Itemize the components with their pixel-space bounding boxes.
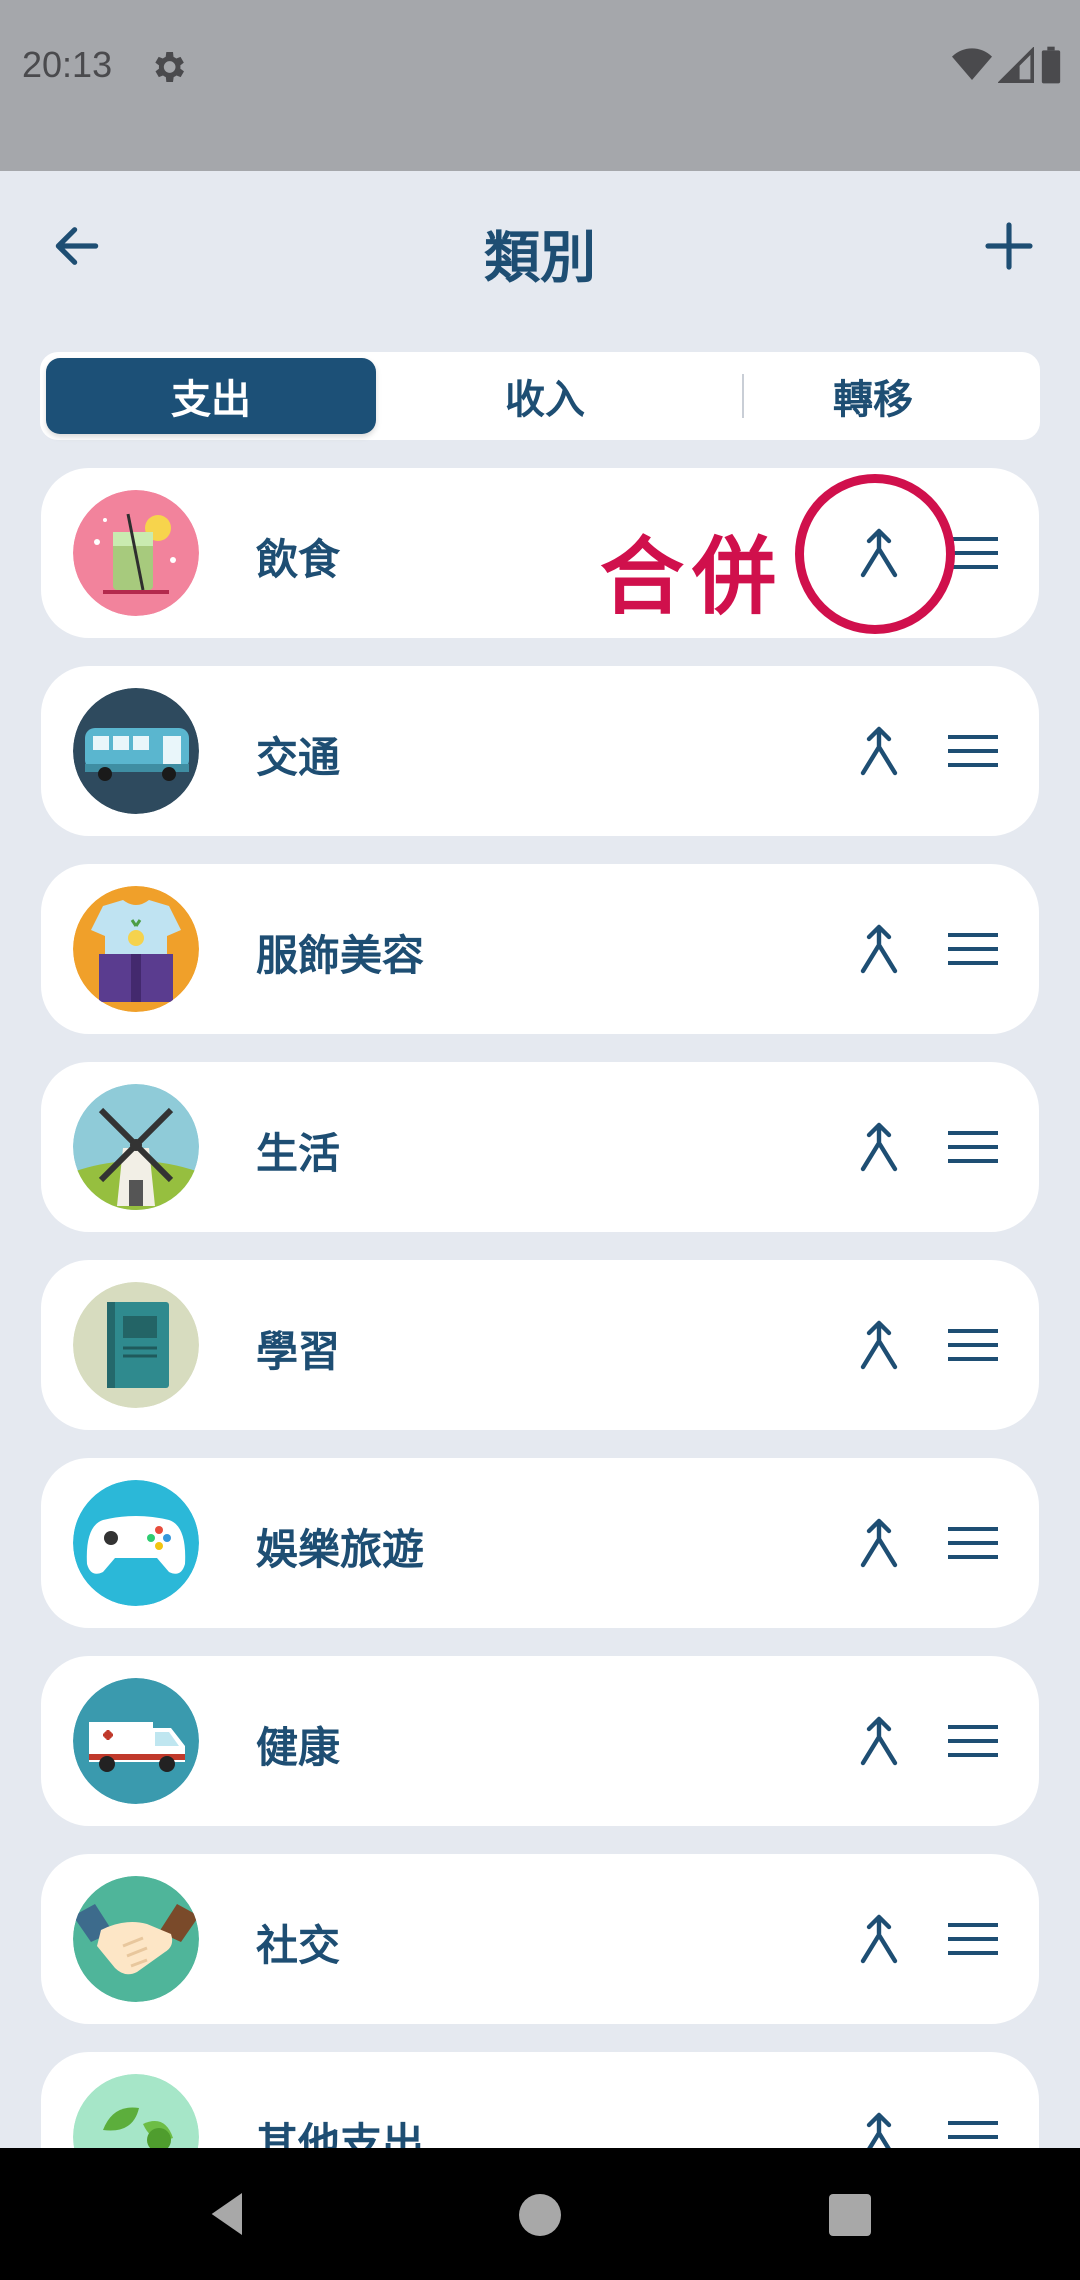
tab-income[interactable]: 收入 [380,358,710,434]
merge-icon [860,1122,898,1172]
settings-gear-icon [148,47,188,87]
category-row[interactable]: 社交 [41,1854,1039,2024]
drag-handle[interactable] [943,1117,1003,1177]
merge-icon [860,924,898,974]
triangle-back-icon [211,2193,242,2235]
merge-button[interactable] [849,2107,909,2148]
clothing-icon [73,886,199,1012]
drag-handle[interactable] [943,1711,1003,1771]
merge-icon [860,726,898,776]
drag-handle[interactable] [943,1909,1003,1969]
status-bar: 20:13 [0,0,1080,171]
category-label: 服飾美容 [256,931,425,980]
drag-handle-icon [948,1329,998,1361]
category-label: 健康 [256,1723,341,1772]
drag-handle-icon [948,537,998,569]
drink-icon [73,490,199,616]
category-row[interactable]: 生活 [41,1062,1039,1232]
status-indicators [952,46,1062,88]
category-label: 交通 [256,733,341,782]
merge-icon [860,1518,898,1568]
merge-button[interactable] [849,1315,909,1375]
leaf-icon [73,2074,199,2148]
nav-home-button[interactable] [519,2194,561,2236]
category-row[interactable]: 服飾美容 [41,864,1039,1034]
merge-icon [866,2112,892,2148]
add-category-button[interactable] [974,211,1044,281]
page-title: 類別 [484,226,596,291]
merge-button[interactable] [849,919,909,979]
category-label: 其他支出 [256,2119,425,2148]
plus-icon [985,222,1033,270]
drag-handle-icon [948,2121,998,2139]
bus-icon [73,688,199,814]
merge-annotation-label: 合併 [600,528,785,626]
drag-handle-icon [948,1923,998,1955]
drag-handle-icon [948,1725,998,1757]
wifi-icon [952,47,992,87]
gamepad-icon [73,1480,199,1606]
handshake-icon [73,1876,199,2002]
merge-button[interactable] [849,721,909,781]
tab-expense[interactable]: 支出 [46,358,376,434]
drag-handle[interactable] [943,1315,1003,1375]
battery-icon [1040,46,1062,88]
cell-signal-icon [997,46,1034,87]
category-label: 社交 [256,1921,341,1970]
category-row[interactable]: 其他支出 [41,2052,1039,2148]
category-list[interactable]: 飲食 交通 服飾美容 生活 學習 娛樂旅遊 健康 社交 其他支出 [41,468,1039,2148]
app-bar: 類別 [0,171,1080,326]
drag-handle[interactable] [943,1513,1003,1573]
merge-icon [860,1716,898,1766]
drag-handle-icon [948,735,998,767]
book-icon [73,1282,199,1408]
merge-button[interactable] [849,1909,909,1969]
category-label: 娛樂旅遊 [256,1525,425,1574]
tab-transfer[interactable]: 轉移 [708,358,1038,434]
ambulance-icon [73,1678,199,1804]
drag-handle-icon [948,933,998,965]
system-nav-bar [0,2148,1080,2280]
drag-handle[interactable] [943,2107,1003,2148]
merge-button[interactable] [849,1513,909,1573]
drag-handle-icon [948,1527,998,1559]
category-row[interactable]: 學習 [41,1260,1039,1430]
category-row[interactable]: 娛樂旅遊 [41,1458,1039,1628]
category-label: 學習 [256,1327,341,1376]
merge-button[interactable] [849,1711,909,1771]
category-row[interactable]: 健康 [41,1656,1039,1826]
merge-icon [860,1320,898,1370]
nav-recents-button[interactable] [829,2194,871,2236]
nav-back-button[interactable] [200,2186,256,2242]
category-row[interactable]: 交通 [41,666,1039,836]
status-time: 20:13 [22,44,113,85]
drag-handle[interactable] [943,721,1003,781]
drag-handle[interactable] [943,919,1003,979]
drag-handle-icon [948,1131,998,1163]
merge-annotation-circle [795,474,955,634]
merge-button[interactable] [849,1117,909,1177]
windmill-icon [73,1084,199,1210]
type-tabs: 支出 收入 轉移 [40,352,1040,440]
merge-icon [860,1914,898,1964]
category-label: 飲食 [256,535,341,584]
category-label: 生活 [256,1129,341,1178]
